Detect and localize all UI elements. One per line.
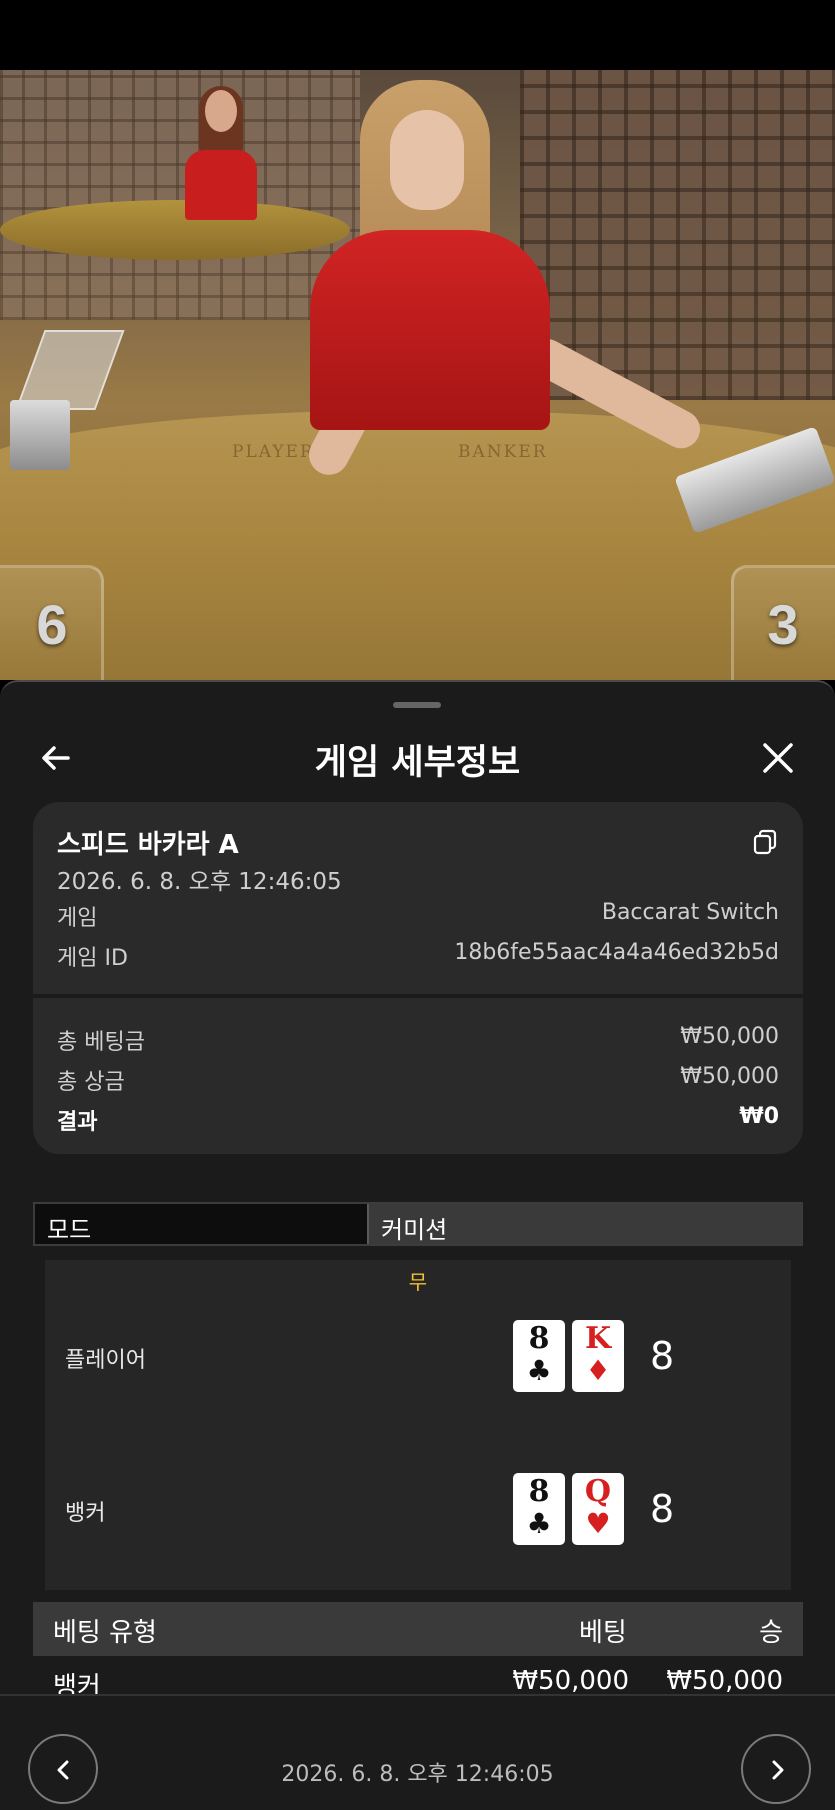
hand-total: 8 (650, 1487, 675, 1531)
summary-label: 게임 ID (57, 946, 128, 971)
summary-value: 18b6fe55aac4a4a46ed32b5d (454, 940, 779, 965)
summary-label: 총 상금 (57, 1070, 125, 1095)
total-win-row: 총 상금 ₩50,000 (57, 1064, 779, 1096)
column-header: 베팅 (579, 1618, 627, 1648)
drag-handle[interactable] (393, 702, 441, 708)
playing-card: Q ♥ (572, 1473, 624, 1545)
banker-hand: 뱅커 8 ♣ Q ♥ 8 (45, 1473, 791, 1553)
mode-tabs: 모드 커미션 (33, 1202, 803, 1246)
outcome-label: 무 (408, 1270, 428, 1294)
result-row: 결과 ₩0 (57, 1104, 779, 1136)
card-stack (10, 400, 70, 470)
tab-commission[interactable]: 커미션 (367, 1204, 801, 1244)
card-rack (15, 330, 125, 410)
game-details-sheet: 게임 세부정보 스피드 바카라 A 2026. 6. 8. 오후 12:46:0… (0, 680, 835, 1810)
summary-label: 게임 (57, 906, 98, 931)
hand-total: 8 (650, 1334, 675, 1378)
total-bet-row: 총 베팅금 ₩50,000 (57, 1024, 779, 1056)
summary-value: Baccarat Switch (601, 900, 779, 925)
summary-label: 결과 (57, 1110, 98, 1135)
column-header: 베팅 유형 (53, 1618, 157, 1648)
summary-label: 총 베팅금 (57, 1030, 145, 1055)
close-icon[interactable] (760, 740, 796, 776)
game-datetime: 2026. 6. 8. 오후 12:46:05 (57, 869, 342, 895)
sheet-header: 게임 세부정보 (0, 722, 835, 792)
summary-row-game-id: 게임 ID 18b6fe55aac4a4a46ed32b5d (57, 940, 779, 972)
bets-table-header: 베팅 유형 베팅 승 (33, 1602, 803, 1656)
copy-icon[interactable] (751, 828, 779, 856)
round-result: 무 플레이어 8 ♣ K ♦ 8 뱅커 8 ♣ Q ♥ 8 (45, 1260, 791, 1590)
game-name: 스피드 바카라 A (57, 830, 239, 860)
tab-mode[interactable]: 모드 (35, 1204, 367, 1244)
player-score: 6 (0, 565, 104, 680)
player-hand: 플레이어 8 ♣ K ♦ 8 (45, 1320, 791, 1400)
hand-label: 뱅커 (65, 1501, 106, 1526)
game-summary-card: 스피드 바카라 A 2026. 6. 8. 오후 12:46:05 게임 Bac… (33, 802, 803, 1154)
divider (33, 994, 803, 998)
playing-card: 8 ♣ (513, 1473, 565, 1545)
summary-value: ₩0 (739, 1104, 779, 1129)
live-video: PLAYER BANKER 6 3 (0, 70, 835, 680)
round-datetime: 2026. 6. 8. 오후 12:46:05 (281, 1762, 554, 1787)
banker-score: 3 (731, 565, 835, 680)
playing-card: K ♦ (572, 1320, 624, 1392)
round-navigation: 2026. 6. 8. 오후 12:46:05 (0, 1694, 835, 1810)
column-header: 승 (759, 1618, 783, 1648)
page-title: 게임 세부정보 (314, 743, 521, 783)
chevron-right-icon (772, 1760, 784, 1780)
next-round-button[interactable] (741, 1734, 811, 1804)
summary-row-game: 게임 Baccarat Switch (57, 900, 779, 932)
summary-value: ₩50,000 (680, 1064, 779, 1089)
win-amount: ₩50,000 (666, 1666, 783, 1696)
playing-card: 8 ♣ (513, 1320, 565, 1392)
hand-label: 플레이어 (65, 1348, 146, 1373)
bet-amount: ₩50,000 (512, 1666, 629, 1696)
summary-value: ₩50,000 (680, 1024, 779, 1049)
dealer (250, 80, 707, 500)
